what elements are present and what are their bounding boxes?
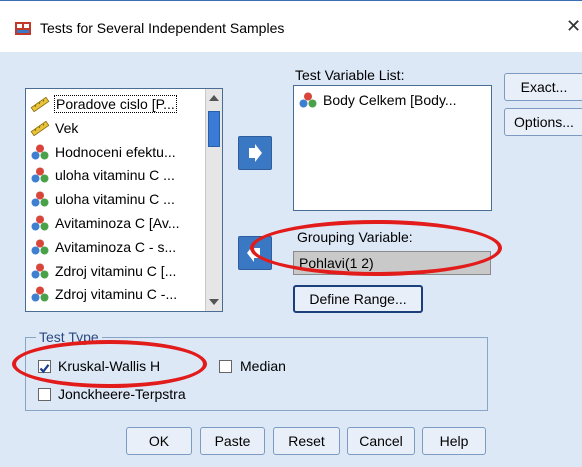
- test-variable-list-label: Test Variable List:: [295, 67, 405, 83]
- options-label: Options...: [514, 114, 574, 130]
- list-scrollbar[interactable]: [205, 89, 222, 311]
- variable-label: Zdroj vitaminu C -...: [55, 286, 178, 303]
- exact-button[interactable]: Exact...: [504, 73, 582, 101]
- variable-list-item[interactable]: Hodnoceni efektu...: [30, 141, 176, 163]
- variable-label: uloha vitaminu C ...: [55, 167, 175, 184]
- title-bar: Tests for Several Independent Samples ✕: [0, 0, 582, 53]
- variable-list-item[interactable]: Vek: [30, 117, 78, 139]
- jonckheere-checkbox[interactable]: [38, 388, 51, 401]
- close-icon[interactable]: ✕: [566, 16, 581, 37]
- define-range-button[interactable]: Define Range...: [293, 285, 423, 313]
- variable-list-item[interactable]: Poradove cislo [P...: [30, 93, 177, 115]
- median-label[interactable]: Median: [240, 358, 286, 374]
- variable-label: Hodnoceni efektu...: [55, 143, 176, 160]
- paste-button[interactable]: Paste: [200, 427, 265, 455]
- grouping-variable-label: Grouping Variable:: [297, 229, 413, 245]
- nominal-icon: [31, 167, 49, 183]
- median-checkbox[interactable]: [219, 360, 232, 373]
- help-label: Help: [439, 433, 469, 449]
- nominal-icon: [31, 144, 49, 160]
- variable-list-item[interactable]: Zdroj vitaminu C [...: [30, 260, 176, 282]
- variable-list-item[interactable]: uloha vitaminu C ...: [30, 188, 175, 210]
- scroll-down-icon[interactable]: [209, 299, 219, 305]
- source-variable-list[interactable]: Poradove cislo [P... Vek Hodnoceni efektu.…: [25, 88, 223, 312]
- define-range-label: Define Range...: [309, 291, 407, 307]
- ruler-icon: [30, 120, 50, 136]
- variable-label: uloha vitaminu C ...: [55, 191, 175, 208]
- scroll-up-icon[interactable]: [209, 95, 219, 101]
- jonckheere-label[interactable]: Jonckheere-Terpstra: [58, 386, 186, 402]
- ok-label: OK: [148, 433, 170, 449]
- variable-label: Poradove cislo [P...: [54, 95, 177, 113]
- grouping-variable-field[interactable]: Pohlavi(1 2): [293, 251, 491, 275]
- arrow-right-icon: [249, 144, 262, 162]
- kruskal-wallis-label[interactable]: Kruskal-Wallis H: [58, 358, 160, 374]
- test-variable-item[interactable]: Body Celkem [Body...: [298, 89, 457, 111]
- exact-label: Exact...: [520, 79, 568, 95]
- move-to-test-list-button[interactable]: [238, 136, 272, 170]
- variable-list-item[interactable]: uloha vitaminu C ...: [30, 164, 175, 186]
- variable-list-item[interactable]: Avitaminoza C [Av...: [30, 212, 180, 234]
- checkmark-icon: [39, 364, 50, 374]
- test-variable-list[interactable]: Body Celkem [Body...: [293, 85, 492, 211]
- test-variable-label: Body Celkem [Body...: [323, 92, 457, 108]
- variable-list-item[interactable]: Avitaminoza C - s...: [30, 236, 176, 258]
- nominal-icon: [299, 92, 317, 108]
- options-button[interactable]: Options...: [504, 108, 582, 136]
- nominal-icon: [31, 215, 49, 231]
- cancel-button[interactable]: Cancel: [347, 427, 415, 455]
- help-button[interactable]: Help: [422, 427, 486, 455]
- nominal-icon: [31, 286, 49, 302]
- reset-button[interactable]: Reset: [273, 427, 340, 455]
- nominal-icon: [31, 191, 49, 207]
- reset-label: Reset: [288, 433, 325, 449]
- app-icon: [15, 22, 31, 35]
- variable-label: Avitaminoza C [Av...: [55, 215, 180, 231]
- variable-label: Zdroj vitaminu C [...: [55, 262, 177, 279]
- move-grouping-button[interactable]: [238, 236, 272, 270]
- window-title: Tests for Several Independent Samples: [40, 20, 285, 36]
- scroll-thumb[interactable]: [208, 111, 220, 147]
- test-type-legend: Test Type: [36, 329, 102, 345]
- ruler-icon: [30, 96, 50, 112]
- variable-label: Vek: [55, 119, 79, 136]
- kruskal-wallis-checkbox[interactable]: [38, 360, 51, 374]
- arrow-left-icon: [247, 244, 260, 262]
- nominal-icon: [31, 239, 49, 255]
- variable-label: Avitaminoza C - s...: [55, 238, 177, 255]
- cancel-label: Cancel: [359, 433, 403, 449]
- nominal-icon: [31, 263, 49, 279]
- variable-list-item[interactable]: Zdroj vitaminu C -...: [30, 283, 177, 305]
- paste-label: Paste: [214, 433, 251, 449]
- ok-button[interactable]: OK: [126, 427, 192, 455]
